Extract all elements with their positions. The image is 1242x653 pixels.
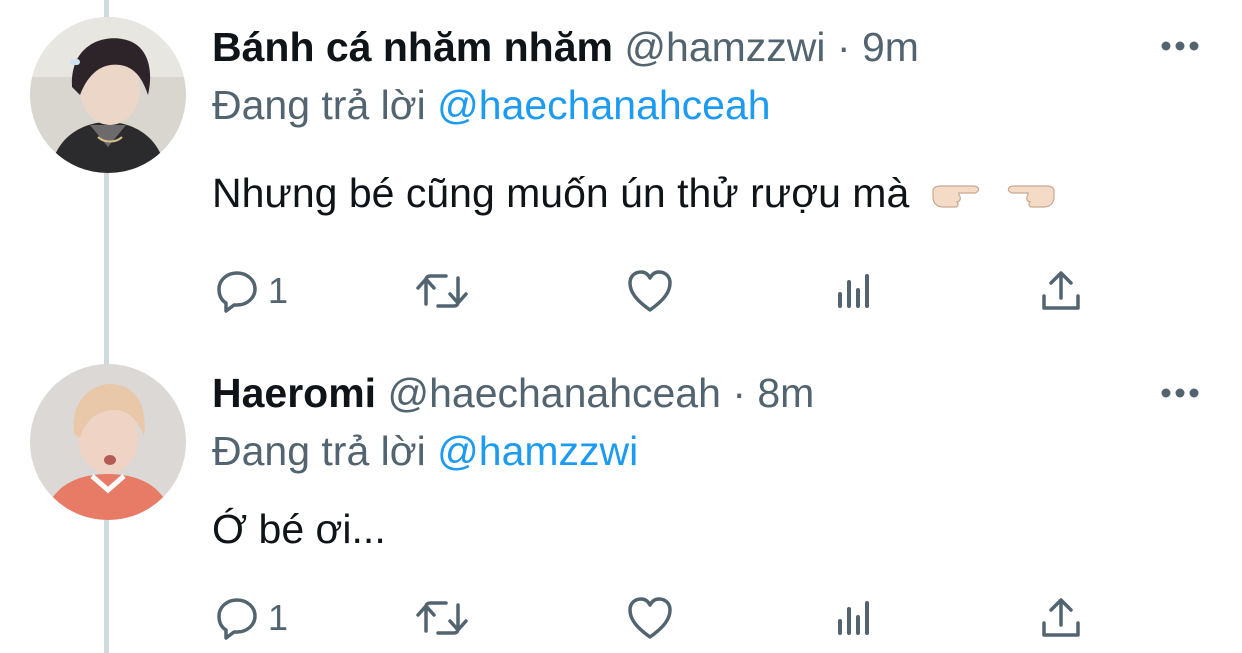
user-handle[interactable]: @haechanahceah <box>387 370 720 416</box>
reply-icon <box>217 598 257 640</box>
separator: · <box>825 24 862 70</box>
more-icon[interactable] <box>1160 40 1200 52</box>
tweet[interactable]: Haeromi @haechanahceah · 8m Đang trả lời… <box>0 340 1242 653</box>
reply-button[interactable]: 1 <box>214 593 288 643</box>
tweet-text: Ớ bé ơi... <box>212 506 386 553</box>
more-icon[interactable] <box>1160 387 1200 399</box>
pointing-right-emoji <box>932 185 979 208</box>
reply-mention[interactable]: @haechanahceah <box>437 82 770 128</box>
reply-icon <box>217 271 257 313</box>
retweet-button[interactable] <box>412 593 472 643</box>
share-icon <box>1042 271 1080 310</box>
views-icon <box>838 274 869 308</box>
views-button[interactable] <box>832 593 878 643</box>
heart-icon <box>628 597 672 639</box>
tweet-actions: 1 <box>212 266 1112 316</box>
share-button[interactable] <box>1038 593 1084 643</box>
avatar[interactable] <box>30 364 186 520</box>
display-name[interactable]: Haeromi <box>212 370 376 416</box>
retweet-button[interactable] <box>412 266 472 316</box>
tweet-header: Bánh cá nhăm nhăm @hamzzwi · 9m <box>212 24 919 71</box>
reply-count: 1 <box>268 597 289 638</box>
like-button[interactable] <box>626 266 674 316</box>
separator: · <box>720 370 758 416</box>
retweet-icon <box>416 601 468 635</box>
replying-to-label: Đang trả lời <box>212 82 438 128</box>
tweet-text-content: Nhưng bé cũng muốn ún thử rượu mà <box>212 170 910 216</box>
heart-icon <box>628 270 672 312</box>
display-name[interactable]: Bánh cá nhăm nhăm <box>212 24 613 70</box>
tweet-header: Haeromi @haechanahceah · 8m <box>212 370 814 417</box>
replying-to-label: Đang trả lời <box>212 428 438 474</box>
pointing-right-emoji <box>1007 185 1055 208</box>
tweet-text: Nhưng bé cũng muốn ún thử rượu mà <box>212 170 1058 217</box>
retweet-icon <box>416 274 468 308</box>
replying-to: Đang trả lời @hamzzwi <box>212 428 638 475</box>
tweet-actions: 1 <box>212 593 1112 643</box>
tweet[interactable]: Bánh cá nhăm nhăm @hamzzwi · 9m Đang trả… <box>0 0 1242 340</box>
share-button[interactable] <box>1038 266 1084 316</box>
share-icon <box>1042 598 1080 637</box>
avatar[interactable] <box>30 17 186 173</box>
reply-mention[interactable]: @hamzzwi <box>437 428 638 474</box>
tweet-text-content: Ớ bé ơi... <box>212 506 386 552</box>
reply-button[interactable]: 1 <box>214 266 288 316</box>
views-button[interactable] <box>832 266 878 316</box>
reply-count: 1 <box>268 270 289 311</box>
views-icon <box>838 601 869 635</box>
timestamp[interactable]: 8m <box>757 370 814 416</box>
timestamp[interactable]: 9m <box>862 24 919 70</box>
like-button[interactable] <box>626 593 674 643</box>
user-handle[interactable]: @hamzzwi <box>624 24 825 70</box>
replying-to: Đang trả lời @haechanahceah <box>212 82 771 129</box>
